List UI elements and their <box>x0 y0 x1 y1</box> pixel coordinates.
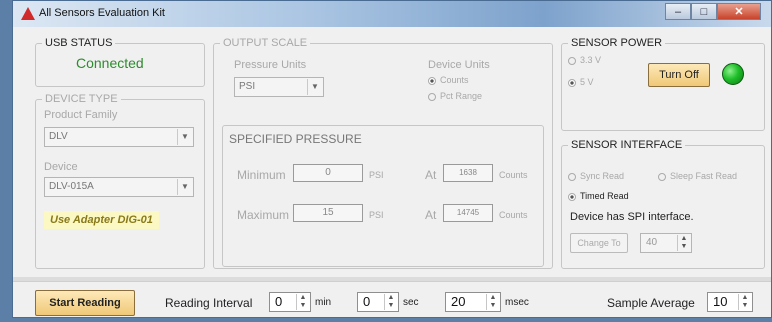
radio-empty-icon <box>428 92 436 101</box>
interval-msec-value: 20 <box>451 294 466 309</box>
maximum-input[interactable]: 15 <box>293 204 363 222</box>
specified-pressure-title: SPECIFIED PRESSURE <box>229 132 362 146</box>
interval-min-unit: min <box>315 297 332 308</box>
interface-value: 40 <box>646 237 658 248</box>
title-bar[interactable]: All Sensors Evaluation Kit – □ ✕ <box>13 1 771 27</box>
interval-sec-unit: sec <box>403 297 419 308</box>
radio-empty-icon <box>658 172 666 181</box>
start-reading-button[interactable]: Start Reading <box>35 290 135 316</box>
main-panel: USB STATUS Connected DEVICE TYPE Product… <box>13 27 771 317</box>
app-window: All Sensors Evaluation Kit – □ ✕ USB STA… <box>12 0 772 318</box>
radio-selected-icon <box>568 78 576 87</box>
reading-interval-label: Reading Interval <box>165 296 253 310</box>
product-family-label: Product Family <box>44 109 118 121</box>
counts-radio[interactable]: Counts <box>428 75 469 85</box>
maximize-button[interactable]: □ <box>691 3 717 20</box>
sensor-power-legend: SENSOR POWER <box>571 37 663 49</box>
interval-msec-unit: msec <box>505 297 529 308</box>
sync-read-label: Sync Read <box>580 171 625 181</box>
device-units-label: Device Units <box>428 59 490 71</box>
interval-min-spinner[interactable]: 0 ▲ ▼ <box>269 292 311 312</box>
interval-sec-spinner[interactable]: 0 ▲ ▼ <box>357 292 399 312</box>
minimum-label: Minimum <box>237 168 286 182</box>
radio-empty-icon <box>568 56 576 65</box>
usb-status-group: USB STATUS Connected <box>35 37 205 87</box>
max-at-label: At <box>425 208 437 222</box>
min-at-label: At <box>425 168 437 182</box>
pct-range-radio-label: Pct Range <box>440 91 483 101</box>
chevron-down-icon: ▼ <box>177 179 192 195</box>
device-value: DLV-015A <box>49 181 94 192</box>
usb-status-value: Connected <box>76 55 144 71</box>
timed-read-label: Timed Read <box>580 191 629 201</box>
minimum-unit: PSI <box>369 170 384 180</box>
adapter-note: Use Adapter DIG-01 <box>44 211 159 229</box>
sleep-fast-read-label: Sleep Fast Read <box>670 171 738 181</box>
sensor-interface-group: SENSOR INTERFACE Sync Read Sleep Fast Re… <box>561 139 765 269</box>
max-counts-input[interactable]: 14745 <box>443 204 493 222</box>
pressure-units-value: PSI <box>239 81 256 92</box>
interval-sec-value: 0 <box>363 294 371 309</box>
power-3v3-radio[interactable]: 3.3 V <box>568 55 601 65</box>
device-type-group: DEVICE TYPE Product Family DLV ▼ Device … <box>35 93 205 269</box>
spin-arrows-icon[interactable]: ▲ ▼ <box>384 294 397 310</box>
product-family-value: DLV <box>49 131 68 142</box>
timed-read-radio[interactable]: Timed Read <box>568 191 629 201</box>
pressure-units-label: Pressure Units <box>234 59 307 71</box>
counts-radio-label: Counts <box>440 75 469 85</box>
sample-average-label: Sample Average <box>607 296 695 310</box>
power-3v3-label: 3.3 V <box>580 55 602 65</box>
chevron-down-icon: ▼ <box>177 129 192 145</box>
power-indicator-light <box>722 63 744 85</box>
output-scale-group: OUTPUT SCALE Pressure Units PSI ▼ Device… <box>213 37 553 269</box>
sensor-power-group: SENSOR POWER 3.3 V 5 V Turn Off <box>561 37 765 131</box>
usb-status-legend: USB STATUS <box>45 37 113 49</box>
min-counts-unit: Counts <box>499 170 528 180</box>
interface-info-text: Device has SPI interface. <box>570 211 694 223</box>
specified-pressure-group: SPECIFIED PRESSURE Minimum 0 PSI At 1638… <box>222 125 544 267</box>
window-title: All Sensors Evaluation Kit <box>39 7 165 19</box>
radio-selected-icon <box>568 192 576 201</box>
device-label: Device <box>44 161 78 173</box>
device-select[interactable]: DLV-015A ▼ <box>44 177 194 197</box>
window-controls: – □ ✕ <box>665 3 761 20</box>
max-counts-unit: Counts <box>499 210 528 220</box>
sample-average-spinner[interactable]: 10 ▲ ▼ <box>707 292 753 312</box>
minimize-button[interactable]: – <box>665 3 691 20</box>
maximum-unit: PSI <box>369 210 384 220</box>
sensor-interface-legend: SENSOR INTERFACE <box>571 139 683 151</box>
power-5v-radio[interactable]: 5 V <box>568 77 594 87</box>
spin-arrows-icon[interactable]: ▲ ▼ <box>677 235 690 251</box>
output-scale-legend: OUTPUT SCALE <box>223 37 308 49</box>
maximum-label: Maximum <box>237 208 290 222</box>
change-to-button[interactable]: Change To <box>570 233 628 253</box>
sample-average-value: 10 <box>713 294 728 309</box>
radio-selected-icon <box>428 76 436 85</box>
app-logo-icon <box>21 7 35 20</box>
spin-arrows-icon[interactable]: ▲ ▼ <box>738 294 751 310</box>
sync-read-radio[interactable]: Sync Read <box>568 171 624 181</box>
min-counts-input[interactable]: 1638 <box>443 164 493 182</box>
chevron-down-icon: ▼ <box>307 79 322 95</box>
pressure-units-select[interactable]: PSI ▼ <box>234 77 324 97</box>
spin-arrows-icon[interactable]: ▲ ▼ <box>486 294 499 310</box>
product-family-select[interactable]: DLV ▼ <box>44 127 194 147</box>
interval-msec-spinner[interactable]: 20 ▲ ▼ <box>445 292 501 312</box>
interface-value-spinner[interactable]: 40 ▲ ▼ <box>640 233 692 253</box>
pct-range-radio[interactable]: Pct Range <box>428 91 482 101</box>
sleep-fast-read-radio[interactable]: Sleep Fast Read <box>658 171 737 181</box>
interval-min-value: 0 <box>275 294 283 309</box>
close-button[interactable]: ✕ <box>717 3 761 20</box>
bottom-toolbar: Start Reading Reading Interval 0 ▲ ▼ min … <box>13 281 771 322</box>
turn-off-button[interactable]: Turn Off <box>648 63 710 87</box>
device-type-legend: DEVICE TYPE <box>45 93 118 105</box>
spin-arrows-icon[interactable]: ▲ ▼ <box>296 294 309 310</box>
radio-empty-icon <box>568 172 576 181</box>
minimum-input[interactable]: 0 <box>293 164 363 182</box>
power-5v-label: 5 V <box>580 77 594 87</box>
